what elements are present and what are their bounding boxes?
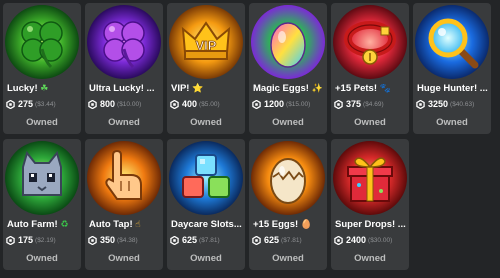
gamepass-price: 625 ($7.81) [170,235,244,245]
robux-icon [6,99,15,109]
gamepass-name: Auto Farm! ♻ [7,219,69,230]
pet-collar-icon [333,5,407,79]
owned-label: Owned [272,117,304,128]
gamepass-card-15-eggs[interactable]: +15 Eggs! 🥚 625 ($7.81) Owned [249,139,327,270]
gamepass-card-15-pets[interactable]: +15 Pets! 🐾 375 ($4.69) Owned [331,3,409,134]
gamepass-name: Magic Eggs! ✨ [253,83,323,94]
gamepass-price: 625 ($7.81) [252,235,326,245]
gamepass-name: +15 Eggs! 🥚 [253,219,313,230]
gamepass-name: VIP! ⭐ [171,83,204,94]
gamepass-card-ultra-lucky[interactable]: Ultra Lucky! ... 800 ($10.00) Owned [85,3,163,134]
owned-label: Owned [26,253,58,264]
gamepass-name: Lucky! ☘ [7,83,49,94]
robux-icon [6,235,15,245]
svg-text:VIP: VIP [196,38,217,53]
gamepass-price: 400 ($5.00) [170,99,244,109]
owned-label: Owned [436,117,468,128]
robux-icon [170,99,179,109]
owned-label: Owned [26,117,58,128]
gamepass-card-vip[interactable]: VIP VIP! ⭐ 400 ($5.00) Owned [167,3,245,134]
gift-box-icon [333,141,407,215]
clover-icon [5,5,79,79]
owned-label: Owned [190,117,222,128]
daycare-blocks-icon [169,141,243,215]
owned-label: Owned [108,253,140,264]
robux-icon [88,235,97,245]
gamepass-card-huge-hunter[interactable]: Huge Hunter! ... 3250 ($40.63) Owned [413,3,491,134]
gamepass-name: Ultra Lucky! ... [89,83,155,94]
owned-label: Owned [354,117,386,128]
owned-label: Owned [190,253,222,264]
robux-icon [416,99,425,109]
gamepass-card-super-drops[interactable]: Super Drops! ... 2400 ($30.00) Owned [331,139,409,270]
gamepass-name: +15 Pets! 🐾 [335,83,391,94]
purple-clover-icon [87,5,161,79]
robux-icon [334,235,343,245]
cracked-egg-icon [251,141,325,215]
gamepass-price: 3250 ($40.63) [416,99,490,109]
robux-icon [252,99,261,109]
cat-pet-icon [5,141,79,215]
gamepass-card-auto-farm[interactable]: Auto Farm! ♻ 175 ($2.19) Owned [3,139,81,270]
tapping-hand-icon [87,141,161,215]
gamepass-price: 800 ($10.00) [88,99,162,109]
gamepass-price: 175 ($2.19) [6,235,80,245]
gamepass-card-magic-eggs[interactable]: Magic Eggs! ✨ 1200 ($15.00) Owned [249,3,327,134]
gamepass-card-lucky[interactable]: Lucky! ☘ 275 ($3.44) Owned [3,3,81,134]
owned-label: Owned [354,253,386,264]
magnifying-glass-icon [415,5,489,79]
robux-icon [252,235,261,245]
robux-icon [170,235,179,245]
gamepass-name: Super Drops! ... [335,219,406,230]
robux-icon [334,99,343,109]
gamepass-grid: Lucky! ☘ 275 ($3.44) Owned Ultra Lucky! .… [3,3,491,270]
robux-icon [88,99,97,109]
gamepass-price: 375 ($4.69) [334,99,408,109]
gamepass-price: 1200 ($15.00) [252,99,326,109]
gamepass-price: 2400 ($30.00) [334,235,408,245]
magic-egg-icon [251,5,325,79]
gamepass-price: 350 ($4.38) [88,235,162,245]
owned-label: Owned [108,117,140,128]
vip-crown-icon: VIP [169,5,243,79]
gamepass-name: Auto Tap! ☝ [89,219,141,230]
gamepass-card-daycare-slots[interactable]: Daycare Slots... 625 ($7.81) Owned [167,139,245,270]
gamepass-name: Daycare Slots... [171,219,242,230]
gamepass-name: Huge Hunter! ... [417,83,488,94]
owned-label: Owned [272,253,304,264]
gamepass-card-auto-tap[interactable]: Auto Tap! ☝ 350 ($4.38) Owned [85,139,163,270]
gamepass-price: 275 ($3.44) [6,99,80,109]
